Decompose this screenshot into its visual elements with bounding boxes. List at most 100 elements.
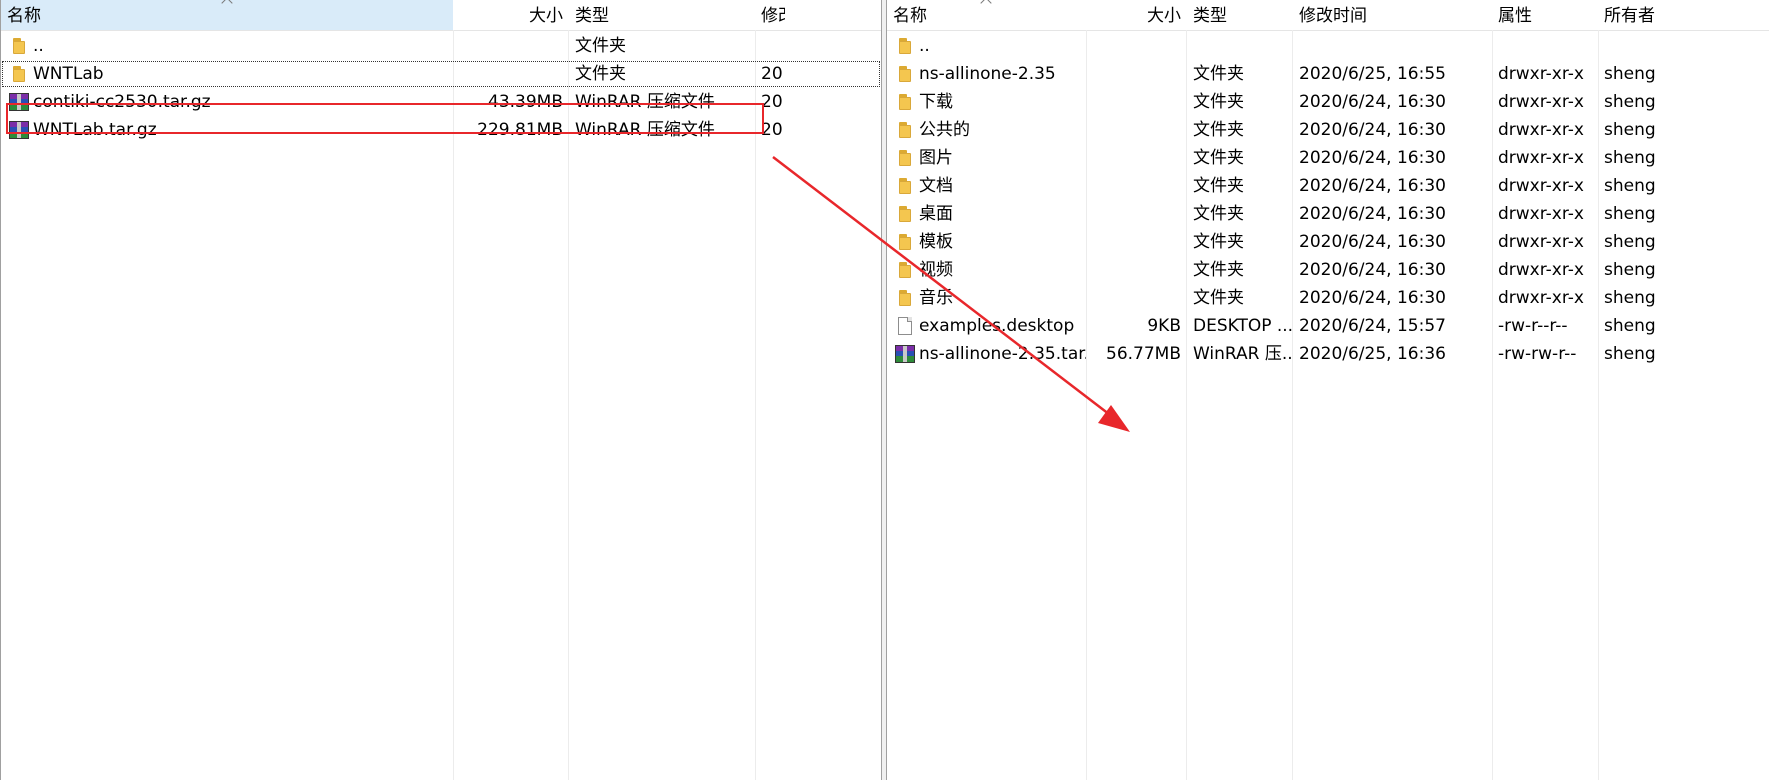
- file-size-cell: 9KB: [1147, 316, 1181, 336]
- remote-column-permissions[interactable]: 属性: [1492, 0, 1598, 30]
- file-size-cell: [1086, 32, 1187, 60]
- file-type-cell: 文件夹: [1193, 204, 1244, 224]
- file-permissions-cell: [1492, 32, 1598, 60]
- folder-icon: [895, 205, 915, 223]
- local-file-row[interactable]: WNTLab 文件夹 20: [1, 60, 881, 88]
- file-name-cell: 公共的: [887, 116, 1086, 144]
- local-column-size[interactable]: 大小: [453, 0, 569, 30]
- folder-icon: [895, 121, 915, 139]
- column-name-label: 名称: [893, 6, 927, 26]
- remote-column-modified[interactable]: 修改时间: [1293, 0, 1492, 30]
- file-permissions-cell: drwxr-xr-x: [1498, 232, 1584, 252]
- file-permissions-cell: drwxr-xr-x: [1498, 64, 1584, 84]
- file-name-cell: 桌面: [887, 200, 1086, 228]
- file-name-text: 公共的: [919, 120, 970, 140]
- remote-file-row[interactable]: 文档 文件夹 2020/6/24, 16:30 drwxr-xr-x sheng: [887, 172, 1769, 200]
- remote-file-row[interactable]: 音乐 文件夹 2020/6/24, 16:30 drwxr-xr-x sheng: [887, 284, 1769, 312]
- file-modified-cell: 2020/6/24, 16:30: [1299, 120, 1446, 140]
- winrar-archive-icon: [895, 345, 915, 363]
- file-owner-cell: sheng: [1604, 316, 1656, 336]
- file-size-cell: 229.81MB: [477, 120, 563, 140]
- file-type-cell: 文件夹: [575, 64, 626, 84]
- file-name-cell: WNTLab: [1, 60, 453, 88]
- folder-icon: [895, 65, 915, 83]
- remote-file-row[interactable]: 视频 文件夹 2020/6/24, 16:30 drwxr-xr-x sheng: [887, 256, 1769, 284]
- file-name-cell: 文档: [887, 172, 1086, 200]
- local-column-name[interactable]: 名称: [1, 0, 453, 30]
- file-modified-cell: 20: [761, 120, 783, 140]
- remote-file-row[interactable]: 模板 文件夹 2020/6/24, 16:30 drwxr-xr-x sheng: [887, 228, 1769, 256]
- sort-ascending-icon: [981, 0, 993, 4]
- remote-file-row[interactable]: 桌面 文件夹 2020/6/24, 16:30 drwxr-xr-x sheng: [887, 200, 1769, 228]
- file-name-text: ..: [33, 36, 44, 56]
- file-name-text: contiki-cc2530.tar.gz: [33, 92, 211, 112]
- file-size-cell: [453, 32, 569, 60]
- remote-column-name[interactable]: 名称: [887, 0, 1086, 30]
- file-owner-cell: sheng: [1604, 148, 1656, 168]
- file-name-text: 视频: [919, 260, 953, 280]
- file-size-cell: [1086, 116, 1187, 144]
- remote-column-size[interactable]: 大小: [1086, 0, 1187, 30]
- file-name-text: ns-allinone-2.35: [919, 64, 1056, 84]
- file-modified-cell: 2020/6/24, 16:30: [1299, 204, 1446, 224]
- file-name-text: ..: [919, 36, 930, 56]
- remote-file-row[interactable]: 下载 文件夹 2020/6/24, 16:30 drwxr-xr-x sheng: [887, 88, 1769, 116]
- remote-file-row[interactable]: 公共的 文件夹 2020/6/24, 16:30 drwxr-xr-x sheng: [887, 116, 1769, 144]
- file-permissions-cell: -rw-rw-r--: [1498, 344, 1577, 364]
- folder-icon: [895, 261, 915, 279]
- file-modified-cell: 20: [761, 64, 783, 84]
- file-size-cell: [1086, 228, 1187, 256]
- file-type-cell: WinRAR 压缩文件: [575, 120, 715, 140]
- file-modified-cell: 20: [761, 92, 783, 112]
- file-type-cell: 文件夹: [575, 36, 626, 56]
- file-size-cell: [1086, 60, 1187, 88]
- local-column-type[interactable]: 类型: [569, 0, 755, 30]
- remote-column-type[interactable]: 类型: [1187, 0, 1293, 30]
- local-file-row[interactable]: .. 文件夹: [1, 32, 881, 60]
- file-permissions-cell: drwxr-xr-x: [1498, 148, 1584, 168]
- file-modified-cell: 2020/6/24, 16:30: [1299, 92, 1446, 112]
- file-type-cell: 文件夹: [1193, 232, 1244, 252]
- file-name-text: 音乐: [919, 288, 953, 308]
- local-file-row[interactable]: WNTLab.tar.gz 229.81MB WinRAR 压缩文件 20: [1, 116, 881, 144]
- remote-file-row[interactable]: examples.desktop 9KB DESKTOP ... 2020/6/24,…: [887, 312, 1769, 340]
- file-modified-cell: [1293, 32, 1492, 60]
- column-name-label: 名称: [7, 6, 41, 26]
- desktop-file-icon: [895, 317, 915, 335]
- file-owner-cell: sheng: [1604, 204, 1656, 224]
- local-column-header: 名称 大小 类型 修改: [1, 0, 881, 31]
- file-name-text: 桌面: [919, 204, 953, 224]
- file-size-cell: [1086, 256, 1187, 284]
- folder-icon: [895, 93, 915, 111]
- file-size-cell: [1086, 144, 1187, 172]
- file-name-cell: 模板: [887, 228, 1086, 256]
- file-permissions-cell: drwxr-xr-x: [1498, 260, 1584, 280]
- local-file-row[interactable]: contiki-cc2530.tar.gz 43.39MB WinRAR 压缩文件 2…: [1, 88, 881, 116]
- file-type-cell: 文件夹: [1193, 260, 1244, 280]
- remote-file-row[interactable]: ns-allinone-2.35 文件夹 2020/6/25, 16:55 drwxr…: [887, 60, 1769, 88]
- file-owner-cell: sheng: [1604, 92, 1656, 112]
- file-size-cell: [1086, 200, 1187, 228]
- remote-column-owner[interactable]: 所有者: [1598, 0, 1769, 30]
- remote-file-row[interactable]: ..: [887, 32, 1769, 60]
- file-modified-cell: 2020/6/25, 16:55: [1299, 64, 1446, 84]
- sort-ascending-icon: [222, 0, 234, 4]
- file-modified-cell: 2020/6/25, 16:36: [1299, 344, 1446, 364]
- file-type-cell: WinRAR 压...: [1193, 344, 1293, 364]
- file-modified-cell: 2020/6/24, 16:30: [1299, 260, 1446, 280]
- file-name-text: examples.desktop: [919, 316, 1075, 336]
- file-owner-cell: sheng: [1604, 260, 1656, 280]
- remote-file-row[interactable]: 图片 文件夹 2020/6/24, 16:30 drwxr-xr-x sheng: [887, 144, 1769, 172]
- remote-file-list-panel: 名称 大小 类型 修改时间 属性 所有者 .. ns-allinone-2.35 文…: [886, 0, 1769, 780]
- file-type-cell: 文件夹: [1193, 176, 1244, 196]
- file-modified-cell: 2020/6/24, 16:30: [1299, 148, 1446, 168]
- winrar-archive-icon: [9, 93, 29, 111]
- file-owner-cell: sheng: [1604, 176, 1656, 196]
- file-name-cell: ..: [887, 32, 1086, 60]
- local-column-modified[interactable]: 修改: [755, 0, 785, 30]
- remote-file-row[interactable]: ns-allinone-2.35.tar.... 56.77MB WinRAR 压.…: [887, 340, 1769, 368]
- file-owner-cell: sheng: [1604, 288, 1656, 308]
- local-file-list-panel: 名称 大小 类型 修改 ..文件夹WNTLab文件夹20contiki-cc25…: [0, 0, 882, 780]
- file-modified-cell: 2020/6/24, 16:30: [1299, 288, 1446, 308]
- folder-icon: [895, 149, 915, 167]
